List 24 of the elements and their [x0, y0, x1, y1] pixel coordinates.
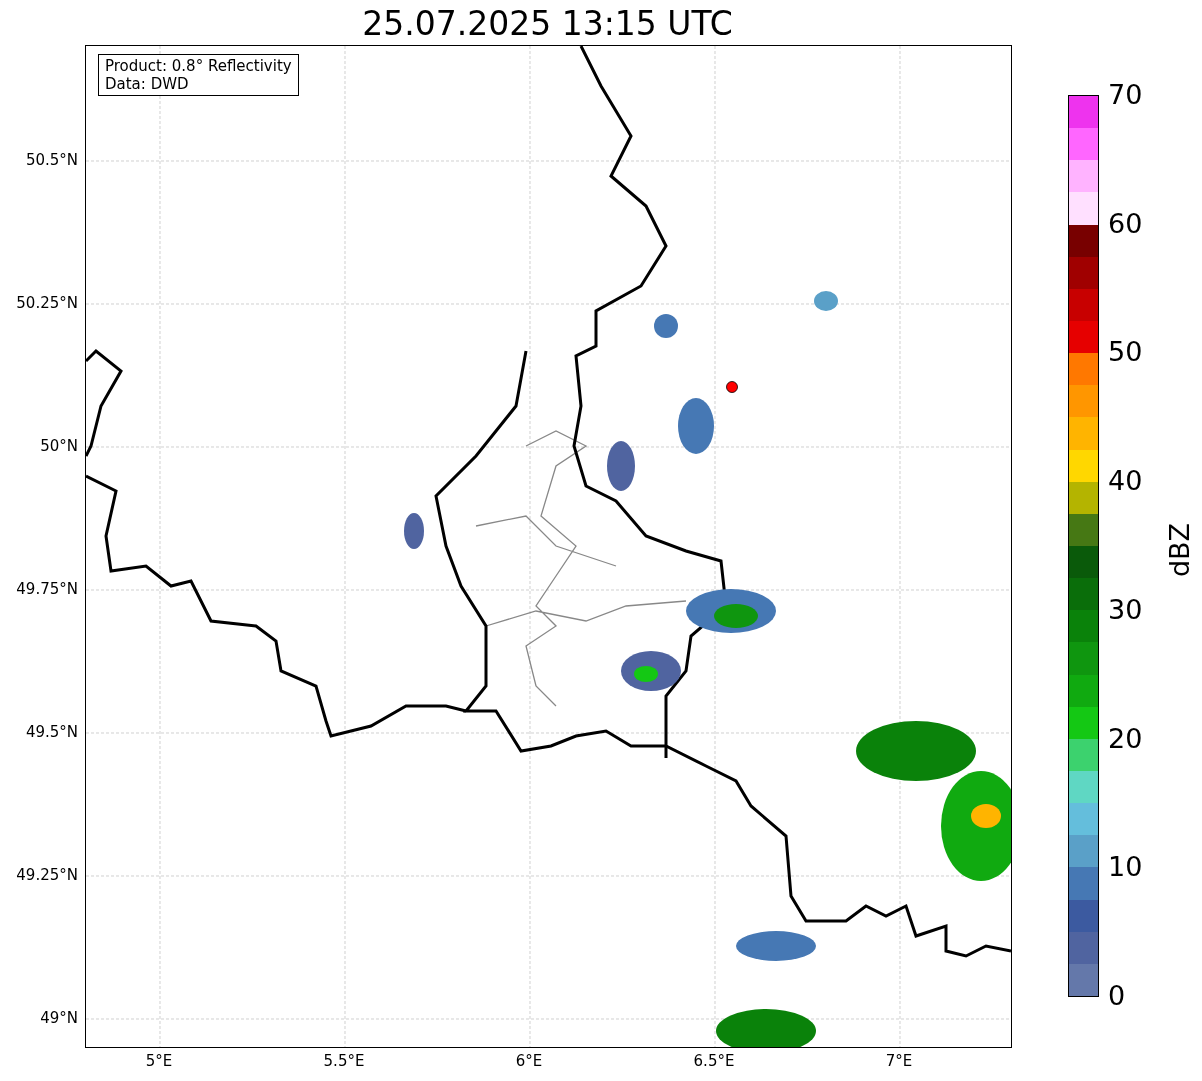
info-text: Product: 0.8° Reflectivity — [105, 57, 292, 75]
colorbar-tick-label: 40 — [1108, 465, 1143, 498]
longitude-label: 5.5°E — [322, 1052, 366, 1070]
info-text: Data: DWD — [105, 75, 190, 93]
latitude-label: 49.5°N — [25, 723, 78, 741]
latitude-label: 49.75°N — [16, 580, 78, 598]
colorbar-label: dBZ — [1164, 522, 1196, 578]
plot-title: 25.07.2025 13:15 UTC — [362, 4, 733, 44]
colorbar-tick-label: 10 — [1108, 851, 1143, 884]
longitude-label: 6.5°E — [692, 1052, 736, 1070]
colorbar-tick-label: 30 — [1108, 593, 1143, 626]
longitude-label: 5°E — [144, 1052, 174, 1070]
colorbar-tick-label: 50 — [1108, 336, 1143, 369]
latitude-label: 49°N — [40, 1009, 78, 1027]
longitude-label: 6°E — [514, 1052, 544, 1070]
latitude-label: 50°N — [40, 437, 78, 455]
colorbar-tick-label: 60 — [1108, 207, 1143, 240]
colorbar-tick-label: 20 — [1108, 722, 1143, 755]
latitude-label: 49.25°N — [16, 866, 78, 884]
longitude-label: 7°E — [884, 1052, 914, 1070]
latitude-label: 50.25°N — [16, 294, 78, 312]
colorbar-tick-label: 0 — [1108, 979, 1126, 1012]
colorbar-tick-label: 70 — [1108, 79, 1143, 111]
latitude-label: 50.5°N — [25, 151, 78, 169]
